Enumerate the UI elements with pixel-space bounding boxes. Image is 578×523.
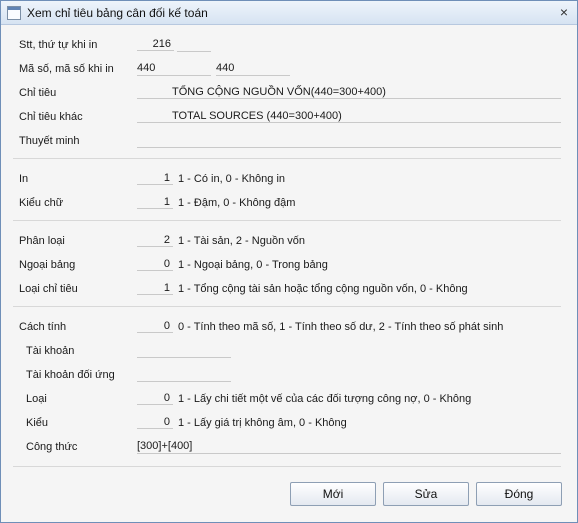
- tai-khoan-doi-ung-label: Tài khoản đối ứng: [26, 369, 115, 381]
- chi-tieu-input[interactable]: TỔNG CỘNG NGUỒN VỐN(440=300+400): [137, 85, 561, 99]
- ngoai-bang-input[interactable]: 0: [137, 257, 173, 271]
- stt-input[interactable]: 216: [137, 37, 174, 51]
- cong-thuc-label: Công thức: [26, 441, 78, 453]
- kieu-chu-input[interactable]: 1: [137, 195, 173, 209]
- in-input[interactable]: 1: [137, 171, 173, 185]
- chi-tieu-label: Chỉ tiêu: [19, 87, 57, 99]
- separator: [13, 220, 561, 221]
- phan-loai-input[interactable]: 2: [137, 233, 173, 247]
- separator: [13, 466, 561, 467]
- ma-so-label: Mã số, mã số khi in: [19, 63, 114, 75]
- tai-khoan-input[interactable]: [137, 343, 231, 358]
- in-label: In: [19, 173, 29, 185]
- edit-button[interactable]: Sửa: [383, 482, 469, 506]
- cong-thuc-input[interactable]: [300]+[400]: [137, 439, 561, 454]
- loai-chi-tieu-label: Loại chỉ tiêu: [19, 283, 78, 295]
- phan-loai-note: 1 - Tài sản, 2 - Nguồn vốn: [178, 235, 305, 247]
- tai-khoan-doi-ung-input[interactable]: [137, 367, 231, 382]
- phan-loai-label: Phân loại: [19, 235, 65, 247]
- kieu-note: 1 - Lấy giá trị không âm, 0 - Không: [178, 417, 347, 429]
- loai-note: 1 - Lấy chi tiết một vế của các đối tượn…: [178, 393, 472, 405]
- loai-input[interactable]: 0: [137, 391, 173, 405]
- separator: [13, 158, 561, 159]
- chi-tieu-khac-input[interactable]: TOTAL SOURCES (440=300+400): [137, 109, 561, 123]
- window-icon: [7, 6, 21, 20]
- kieu-input[interactable]: 0: [137, 415, 173, 429]
- loai-chi-tieu-note: 1 - Tổng cộng tài sản hoặc tổng cộng ngu…: [178, 283, 468, 295]
- stt-label: Stt, thứ tự khi in: [19, 39, 98, 51]
- separator: [13, 306, 561, 307]
- in-note: 1 - Có in, 0 - Không in: [178, 173, 286, 185]
- thuyet-minh-label: Thuyết minh: [19, 135, 80, 147]
- new-button[interactable]: Mới: [290, 482, 376, 506]
- thuyet-minh-input[interactable]: [137, 133, 561, 148]
- cach-tinh-input[interactable]: 0: [137, 319, 173, 333]
- kieu-chu-label: Kiểu chữ: [19, 197, 64, 209]
- close-button[interactable]: Đóng: [476, 482, 562, 506]
- cach-tinh-label: Cách tính: [19, 321, 67, 333]
- kieu-label: Kiểu: [26, 417, 49, 429]
- kieu-chu-note: 1 - Đậm, 0 - Không đậm: [178, 197, 296, 209]
- loai-chi-tieu-input[interactable]: 1: [137, 281, 173, 295]
- title-bar[interactable]: Xem chỉ tiêu bảng cân đối kế toán ×: [1, 1, 577, 25]
- close-icon[interactable]: ×: [555, 3, 573, 21]
- ngoai-bang-note: 1 - Ngoại bảng, 0 - Trong bảng: [178, 259, 328, 271]
- ma-so-input[interactable]: 440: [137, 61, 211, 76]
- dialog-window: Xem chỉ tiêu bảng cân đối kế toán × Stt,…: [0, 0, 578, 523]
- ma-so-in-input[interactable]: 440: [216, 61, 290, 76]
- stt-extra-field[interactable]: [177, 37, 211, 52]
- window-title: Xem chỉ tiêu bảng cân đối kế toán: [27, 6, 208, 20]
- cach-tinh-note: 0 - Tính theo mã số, 1 - Tính theo số dư…: [178, 321, 504, 333]
- chi-tieu-khac-label: Chỉ tiêu khác: [19, 111, 83, 123]
- tai-khoan-label: Tài khoản: [26, 345, 75, 357]
- ngoai-bang-label: Ngoại bảng: [19, 259, 76, 271]
- loai-label: Loại: [26, 393, 47, 405]
